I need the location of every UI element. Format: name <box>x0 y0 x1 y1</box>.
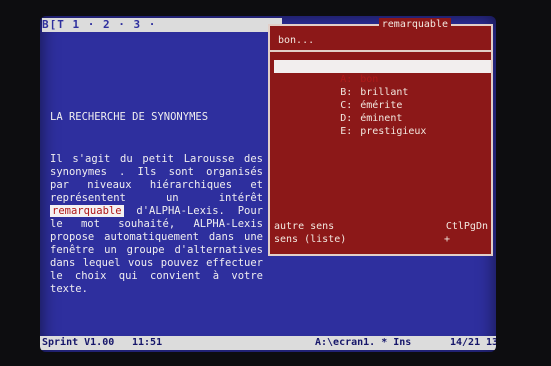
synonym-key: D: <box>340 113 353 124</box>
sens-liste-option[interactable]: sens (liste) <box>274 233 346 246</box>
popup-title: remarquable <box>378 18 451 32</box>
file-name: A:\ecran1. * Ins <box>315 337 412 348</box>
autre-sens-option[interactable]: autre sens <box>274 220 334 233</box>
status-bar: Sprint V1.00 11:51 A:\ecran1. * Ins 14/2… <box>40 336 496 350</box>
synonym-word: éminent <box>360 113 403 124</box>
crt-monitor-frame: B[T 1 · 2 · 3 · LA RECHERCHE DE SYNONYME… <box>0 0 551 366</box>
popup-query-text: bon... <box>278 35 315 46</box>
line-position: 14/21 <box>450 337 481 348</box>
synonym-item-a[interactable]: A: bon <box>274 60 491 85</box>
ruler-bar: B[T 1 · 2 · 3 · <box>42 18 282 32</box>
clock: 11:51 <box>132 337 163 348</box>
paragraph-text-after: d'ALPHA-Lexis. Pour le mot souhaité, ALP… <box>50 205 263 295</box>
synonym-list: A: bon B: brillant C: émérite D: éminent E: p… <box>274 60 491 137</box>
highlighted-word[interactable]: remarquable <box>50 205 124 217</box>
text-editor-screen: B[T 1 · 2 · 3 · LA RECHERCHE DE SYNONYME… <box>40 16 496 352</box>
popup-footer: autre sens CtlPgDn sens (liste) + <box>274 220 488 246</box>
sens-liste-marker: + <box>443 234 450 245</box>
app-version: Sprint V1.00 <box>42 337 115 348</box>
column-position: 13 <box>486 337 496 348</box>
popup-divider <box>270 50 491 52</box>
synonym-word: bon <box>360 74 379 85</box>
synonym-key: A: <box>340 74 353 85</box>
synonym-key: C: <box>340 100 353 111</box>
synonym-key: E: <box>340 126 353 137</box>
synonym-word: brillant <box>360 87 409 98</box>
document-paragraph[interactable]: Il s'agit du petit Larousse des synonyme… <box>50 153 263 296</box>
autre-sens-shortcut: CtlPgDn <box>445 221 488 232</box>
paragraph-text-before: Il s'agit du petit Larousse des synonyme… <box>50 153 263 204</box>
document-heading: LA RECHERCHE DE SYNONYMES <box>50 111 209 123</box>
synonym-key: B: <box>340 87 353 98</box>
synonym-word: émérite <box>360 100 403 111</box>
synonym-word: prestigieux <box>360 126 427 137</box>
synonym-popup-window: remarquable bon... A: bon B: brillant C: ém… <box>268 18 493 256</box>
